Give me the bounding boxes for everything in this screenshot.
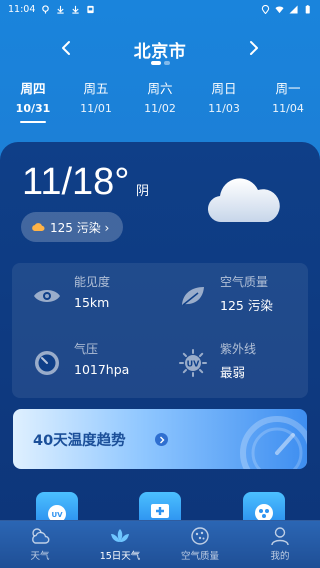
nav-profile-label: 我的: [270, 551, 290, 562]
uv-service-tile[interactable]: UV: [36, 492, 78, 523]
active-tab-underline: [20, 121, 46, 123]
weather-condition: 阴: [136, 184, 150, 199]
cloud-sun-icon: [29, 526, 51, 546]
uv-sun-icon: UV: [178, 348, 208, 378]
wifi-icon: [275, 6, 284, 13]
next-city-button[interactable]: [242, 36, 266, 60]
page-indicator: [0, 61, 320, 65]
pressure-value: 1017hpa: [74, 362, 130, 377]
download-icon-2: [72, 5, 80, 14]
aqi-badge-label: 125 污染 ›: [50, 220, 110, 235]
ball-icon: [255, 504, 273, 522]
day-tab-date: 11/02: [144, 102, 176, 115]
prev-city-button[interactable]: [54, 36, 78, 60]
battery-icon: [305, 4, 310, 14]
svg-text:UV: UV: [51, 511, 63, 519]
overcast-cloud-icon: [207, 178, 280, 223]
status-time: 11:04: [8, 3, 36, 15]
city-title[interactable]: 北京市: [134, 37, 187, 62]
gauge-icon: [32, 348, 62, 378]
nav-air-quality[interactable]: 空气质量: [160, 521, 240, 568]
svg-text:UV: UV: [187, 360, 200, 369]
nav-15day-label: 15日天气: [99, 551, 141, 562]
arrow-right-icon: [155, 433, 168, 446]
banner-gauge-decoration-icon: [240, 416, 307, 469]
day-tab-3[interactable]: 周日 11/03: [202, 80, 246, 115]
uv-value: 最弱: [220, 365, 246, 380]
details-panel: 能见度 15km 空气质量 125 污染 气压 1017hpa UV 紫外线 最…: [12, 263, 308, 398]
day-tab-weekday: 周一: [275, 81, 301, 96]
status-bar: 11:04: [0, 0, 320, 18]
cloud-icon: [32, 223, 45, 232]
day-tab-date: 11/01: [80, 102, 112, 115]
day-tab-4[interactable]: 周一 11/04: [266, 80, 310, 115]
sport-service-tile[interactable]: [243, 492, 285, 522]
aqi-badge[interactable]: 125 污染 ›: [21, 212, 123, 242]
air-quality-value: 125 污染: [220, 298, 273, 313]
temperature-range: 11/18°: [22, 161, 130, 203]
location-icon: [42, 4, 50, 14]
day-tabs: 周四 10/31 周五 11/01 周六 11/02 周日 11/03 周一 1…: [0, 80, 320, 124]
user-icon: [269, 526, 291, 546]
page-dot-active: [150, 61, 161, 65]
nav-weather-label: 天气: [30, 551, 50, 562]
visibility-value: 15km: [74, 295, 110, 310]
chevron-right-icon: [250, 41, 258, 55]
day-tab-date: 10/31: [15, 102, 51, 115]
temperature-trend-banner[interactable]: 40天温度趋势: [13, 409, 307, 469]
eye-icon: [32, 281, 62, 311]
day-tab-date: 11/03: [208, 102, 240, 115]
bottom-nav: 天气 15日天气 空气质量 我的: [0, 520, 320, 568]
day-tab-weekday: 周四: [20, 81, 46, 96]
uv-label: 紫外线: [220, 342, 257, 356]
day-tab-date: 11/04: [272, 102, 304, 115]
pressure-label: 气压: [74, 342, 99, 356]
download-icon: [57, 5, 65, 14]
air-quality-icon: [189, 526, 211, 546]
first-aid-icon: [151, 504, 169, 518]
medical-service-tile[interactable]: [139, 492, 181, 522]
lotus-icon: [109, 526, 131, 546]
uv-service-icon: UV: [48, 505, 66, 523]
nav-15day[interactable]: 15日天气: [80, 521, 160, 568]
leaf-icon: [178, 281, 208, 311]
day-tab-weekday: 周日: [211, 81, 237, 96]
notification-icon: [87, 5, 95, 13]
air-quality-label: 空气质量: [220, 275, 269, 289]
page-dot: [163, 61, 170, 65]
trend-banner-title: 40天温度趋势: [33, 433, 126, 449]
nav-air-quality-label: 空气质量: [180, 551, 219, 562]
chevron-left-icon: [62, 41, 70, 55]
location-status-icon: [261, 4, 270, 14]
nav-weather[interactable]: 天气: [0, 521, 80, 568]
day-tab-2[interactable]: 周六 11/02: [138, 80, 182, 115]
day-tab-0[interactable]: 周四 10/31: [11, 80, 55, 115]
nav-profile[interactable]: 我的: [240, 521, 320, 568]
day-tab-weekday: 周五: [83, 81, 109, 96]
day-tab-weekday: 周六: [147, 81, 173, 96]
visibility-label: 能见度: [74, 275, 111, 289]
signal-icon: [289, 4, 298, 14]
day-tab-1[interactable]: 周五 11/01: [74, 80, 118, 115]
